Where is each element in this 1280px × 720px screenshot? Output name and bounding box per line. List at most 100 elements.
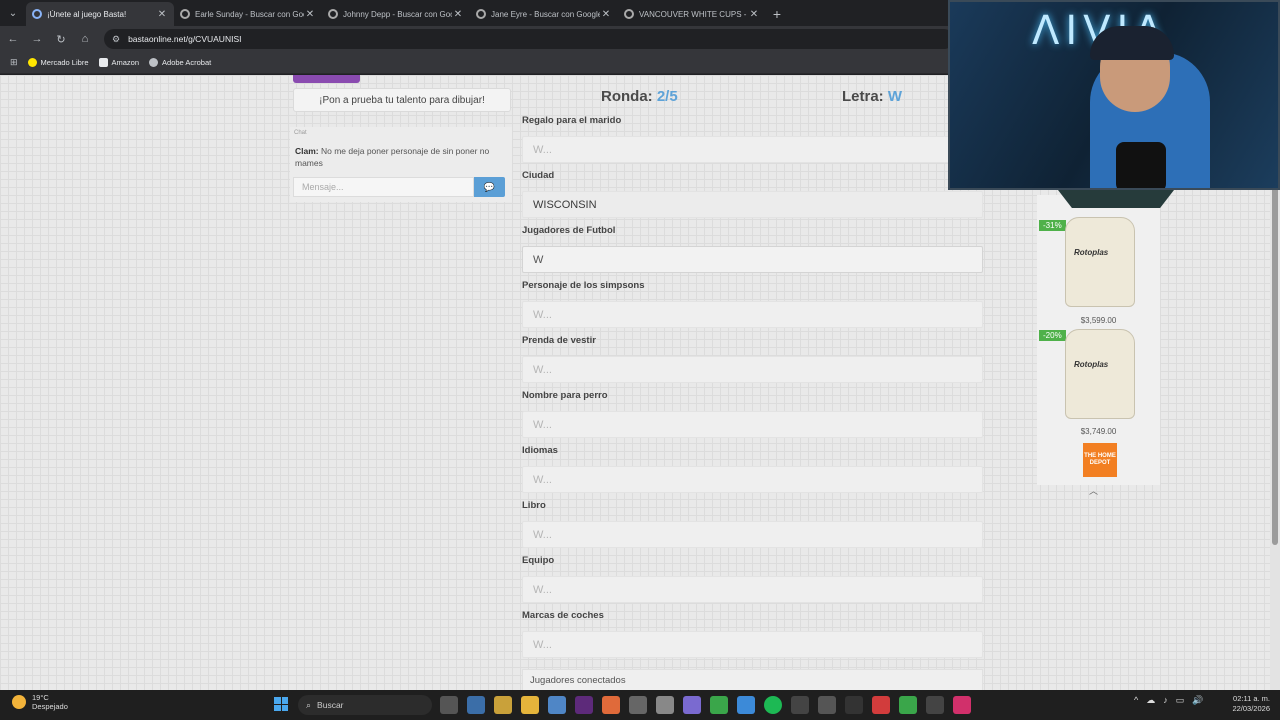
field-label: Idiomas — [522, 445, 558, 456]
chat-bubble-icon: 💬 — [483, 181, 496, 192]
round-label: Ronda: — [601, 88, 653, 105]
bookmark-adobe-acrobat[interactable]: Adobe Acrobat — [149, 58, 211, 67]
new-tab-button[interactable]: + — [766, 2, 788, 26]
network-icon[interactable]: ☁ — [1146, 695, 1155, 706]
settings-icon[interactable] — [467, 696, 485, 714]
chrome-icon[interactable] — [737, 696, 755, 714]
globe-icon — [32, 9, 42, 19]
send-button[interactable]: 💬 — [474, 177, 505, 197]
round-value: 2/5 — [656, 88, 678, 105]
weather-widget[interactable]: 19°C Despejado — [12, 693, 68, 711]
app-icon[interactable] — [791, 696, 809, 714]
field-input[interactable]: W... — [522, 521, 983, 548]
water-tank-image: Rotoplas — [1065, 329, 1135, 419]
field-input[interactable]: W... — [522, 136, 983, 163]
microphone-icon[interactable]: ♪ — [1163, 695, 1168, 706]
field-input[interactable]: W... — [522, 576, 983, 603]
clock[interactable]: 02:11 a. m. 22/03/2026 — [1226, 694, 1270, 714]
chat-label: Chat — [294, 130, 307, 136]
field-input[interactable]: W... — [522, 411, 983, 438]
store-icon[interactable] — [494, 696, 512, 714]
webcam-frame-bottom — [1058, 190, 1174, 208]
close-icon[interactable]: ✕ — [452, 9, 464, 20]
connected-players-header[interactable]: Jugadores conectados — [522, 669, 983, 690]
close-icon[interactable]: ✕ — [156, 9, 168, 20]
draw-challenge-button[interactable]: ¡Pon a prueba tu talento para dibujar! — [293, 88, 511, 112]
bookmark-amazon[interactable]: Amazon — [98, 58, 139, 67]
weather-icon — [12, 695, 26, 709]
tab-search-icon[interactable]: ⌄ — [0, 0, 26, 26]
mercado-libre-icon — [27, 58, 37, 67]
folder-icon[interactable] — [521, 696, 539, 714]
ad-price: $3,599.00 — [1080, 316, 1117, 325]
ad-price: $3,749.00 — [1080, 427, 1117, 436]
field-label: Equipo — [522, 555, 555, 566]
draw-mode-button[interactable] — [293, 75, 360, 83]
obs-icon[interactable] — [629, 696, 647, 714]
field-input[interactable]: W... — [522, 466, 983, 493]
close-icon[interactable]: ✕ — [748, 9, 760, 20]
taskbar-search[interactable]: ⌕ Buscar — [298, 695, 432, 715]
notepad-icon[interactable] — [548, 696, 566, 714]
field-input[interactable]: WISCONSIN — [522, 191, 983, 218]
field-perro: Nombre para perro W... — [522, 390, 983, 438]
tab-vancouver[interactable]: VANCOUVER WHITE CUPS - Bu… ✕ — [618, 2, 766, 26]
amazon-icon — [98, 58, 108, 67]
next-app-icon[interactable] — [575, 696, 593, 714]
chat-message: Clam: No me deja poner personaje de sin … — [295, 145, 505, 169]
app-icon[interactable] — [872, 696, 890, 714]
app-icon[interactable] — [926, 696, 944, 714]
volume-icon[interactable]: 🔊 — [1192, 695, 1203, 706]
app-icon[interactable] — [845, 696, 863, 714]
google-icon — [624, 9, 634, 19]
apps-icon[interactable]: ⊞ — [10, 57, 18, 68]
app-icon[interactable] — [818, 696, 836, 714]
chat-input[interactable]: Mensaje... — [293, 177, 474, 197]
field-simpsons: Personaje de los simpsons W... — [522, 280, 983, 328]
bookmark-mercado-libre[interactable]: Mercado Libre — [27, 58, 89, 67]
back-icon[interactable]: ← — [2, 28, 24, 50]
field-input[interactable]: W... — [522, 631, 983, 658]
reload-icon[interactable]: ↻ — [50, 28, 72, 50]
tab-johnny-depp[interactable]: Johnny Depp - Buscar con Goo… ✕ — [322, 2, 470, 26]
field-input[interactable]: W... — [522, 301, 983, 328]
tank-brand: Rotoplas — [1074, 360, 1109, 369]
discord-icon[interactable] — [683, 696, 701, 714]
field-label: Ciudad — [522, 170, 555, 181]
home-icon[interactable]: ⌂ — [74, 28, 96, 50]
scrollbar-thumb[interactable] — [1272, 185, 1278, 545]
weather-status: Despejado — [32, 702, 68, 711]
close-icon[interactable]: ✕ — [600, 9, 612, 20]
tab-title: Earle Sunday - Buscar con Goo… — [195, 9, 304, 19]
chevron-up-icon[interactable]: ^ — [1134, 695, 1138, 706]
windows-start-icon[interactable] — [274, 697, 288, 711]
xbox-icon[interactable] — [710, 696, 728, 714]
close-icon[interactable]: ✕ — [304, 9, 316, 20]
field-input[interactable]: W — [522, 246, 983, 273]
field-coches: Marcas de coches W... — [522, 610, 983, 658]
app-icon[interactable] — [899, 696, 917, 714]
address-bar[interactable]: ⚙ bastaonline.net/g/CVUAUNISI — [104, 29, 954, 49]
task-view-icon[interactable] — [440, 696, 458, 714]
google-icon — [328, 9, 338, 19]
windows-taskbar: 19°C Despejado ⌕ Buscar ^ ☁ ♪ ▭ 🔊 02:11 … — [0, 690, 1280, 720]
letter-value: W — [887, 88, 903, 105]
letter-indicator: Letra: W — [842, 88, 902, 105]
temperature: 19°C — [32, 693, 49, 702]
tab-jane-eyre[interactable]: Jane Eyre - Buscar con Google ✕ — [470, 2, 618, 26]
display-icon[interactable]: ▭ — [1176, 695, 1185, 706]
pinned-apps — [440, 696, 971, 714]
ad-panel[interactable]: -31% Rotoplas $3,599.00 -20% Rotoplas $3… — [1037, 195, 1160, 485]
app-icon[interactable] — [656, 696, 674, 714]
chevron-up-icon[interactable]: ︿ — [1089, 484, 1098, 497]
search-icon: ⌕ — [306, 699, 312, 710]
globe-icon — [149, 58, 159, 67]
forward-icon[interactable]: → — [26, 28, 48, 50]
spotify-icon[interactable] — [764, 696, 782, 714]
field-input[interactable]: W... — [522, 356, 983, 383]
tiktok-icon[interactable] — [953, 696, 971, 714]
tab-basta[interactable]: ¡Únete al juego Basta! ✕ — [26, 2, 174, 26]
tab-earle-sunday[interactable]: Earle Sunday - Buscar con Goo… ✕ — [174, 2, 322, 26]
app-icon[interactable] — [602, 696, 620, 714]
site-info-icon[interactable]: ⚙ — [112, 34, 120, 45]
